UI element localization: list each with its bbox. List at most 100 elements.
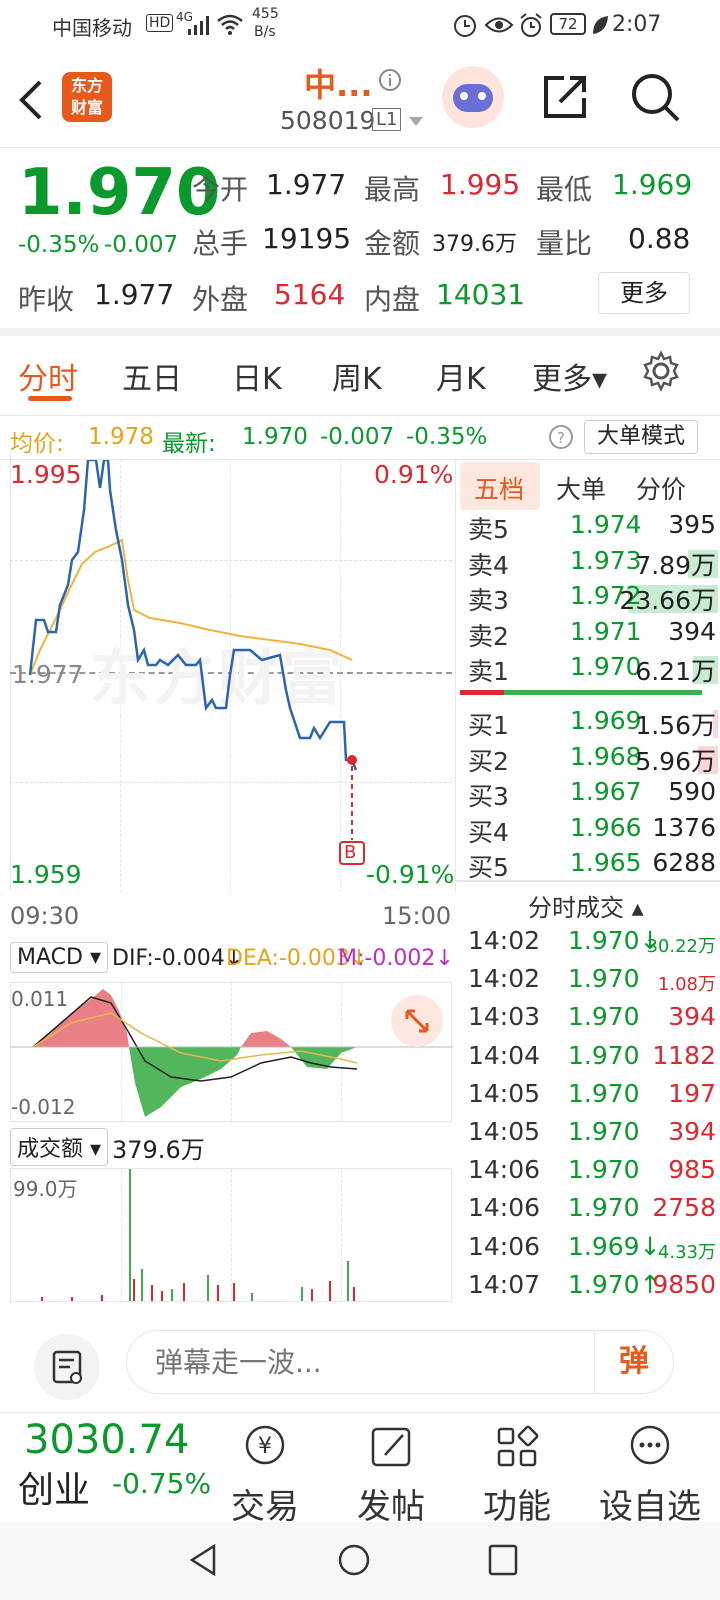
tab-indicator: [28, 396, 72, 401]
bid-row[interactable]: 买4 1.966 1376: [468, 813, 718, 849]
bid-row[interactable]: 买3 1.967 590: [468, 777, 718, 813]
trade-volume: 4.33万: [657, 1241, 716, 1263]
ask-row[interactable]: 卖4 1.973 7.89万: [468, 546, 718, 582]
bid-volume: 590: [668, 777, 716, 806]
trade-time: 14:02: [468, 926, 541, 955]
speed-unit: B/s: [254, 24, 276, 40]
nav-trade-label: 交易: [231, 1487, 299, 1527]
tab-weekly-k[interactable]: 周K: [332, 354, 382, 398]
low-value: 1.969: [612, 168, 693, 201]
trade-price: 1.970: [568, 1040, 640, 1070]
info-icon[interactable]: [378, 68, 402, 92]
hd-badge: HD: [146, 14, 174, 32]
trade-time: 14:05: [468, 1078, 541, 1108]
system-recents-icon[interactable]: [486, 1542, 520, 1578]
tab-5day[interactable]: 五日: [122, 354, 182, 398]
avg-price-bar: 均价: 1.978 最新: 1.970 -0.007 -0.35% ? 大单模式: [0, 416, 720, 460]
trade-row: 14:06 1.969↓ 4.33万: [468, 1232, 718, 1270]
trade-volume: 197: [668, 1078, 716, 1108]
trade-volume: 9850: [652, 1269, 716, 1299]
bid-label: 买3: [468, 782, 509, 811]
tab-big-order[interactable]: 大单: [556, 470, 606, 506]
intraday-chart[interactable]: 东方财富 B 1.995 1.977 1.959 0.91% -0.91%: [0, 454, 456, 892]
macd-chart[interactable]: 0.011 -0.012: [10, 982, 453, 1122]
ask-volume: 395: [668, 510, 716, 539]
nav-watchlist[interactable]: 设自选: [588, 1421, 712, 1528]
svg-text:?: ?: [557, 429, 565, 447]
volume-selector[interactable]: 成交额 ▾: [10, 1128, 109, 1166]
macd-m: M:-0.002↓: [338, 946, 454, 971]
danmu-settings-icon[interactable]: [34, 1334, 100, 1400]
ask-label: 卖5: [468, 515, 509, 544]
trade-time: 14:06: [468, 1231, 541, 1261]
tab-monthly-k[interactable]: 月K: [436, 354, 486, 398]
big-order-mode-button[interactable]: 大单模式: [584, 420, 698, 454]
bid-row[interactable]: 买2 1.968 5.96万: [468, 742, 718, 778]
search-icon[interactable]: [628, 70, 682, 124]
bid-price: 1.966: [570, 812, 642, 842]
danmu-input[interactable]: [126, 1330, 598, 1394]
system-back-icon[interactable]: [186, 1542, 220, 1578]
x-start-label: 09:30: [10, 902, 80, 930]
dropdown-icon[interactable]: [408, 116, 424, 128]
battery-icon: 72: [550, 13, 586, 35]
bid-label: 买2: [468, 746, 509, 776]
tab-five-level[interactable]: 五档: [474, 470, 524, 506]
nav-trade[interactable]: ¥ 交易: [210, 1421, 320, 1528]
share-icon[interactable]: [540, 72, 590, 122]
tab-more[interactable]: 更多▾: [532, 354, 607, 398]
ask-row[interactable]: 卖1 1.970 6.21万: [468, 652, 718, 688]
x-end-label: 15:00: [382, 902, 452, 930]
bid-row[interactable]: 买1 1.969 1.56万: [468, 706, 718, 742]
system-nav-bar: [0, 1522, 720, 1600]
trade-row: 14:02 1.970↓ 30.22万: [468, 926, 718, 964]
trade-time: 14:03: [468, 1002, 541, 1032]
back-arrow-icon[interactable]: [16, 78, 46, 122]
bid-label: 买4: [468, 817, 509, 847]
ask-row[interactable]: 卖3 1.972 23.66万: [468, 581, 718, 617]
macd-selector[interactable]: MACD ▾: [10, 942, 108, 973]
trade-time: 14:07: [468, 1269, 541, 1299]
trade-marker[interactable]: B: [344, 842, 356, 863]
trade-price: 1.970: [568, 1155, 640, 1185]
trades-title[interactable]: 分时成交 ▴: [528, 888, 644, 923]
bid-price: 1.968: [570, 741, 642, 771]
help-icon[interactable]: ?: [548, 424, 574, 450]
stock-name[interactable]: 中...: [304, 60, 372, 106]
leaf-icon: [593, 16, 608, 34]
trade-row: 14:07 1.970↑ 9850: [468, 1270, 718, 1308]
ask-row[interactable]: 卖5 1.974 395: [468, 510, 718, 546]
trade-row: 14:03 1.970 394: [468, 1002, 718, 1040]
expand-icon[interactable]: [391, 995, 443, 1047]
more-button[interactable]: 更多: [598, 272, 690, 314]
level-badge[interactable]: L1: [372, 108, 402, 131]
ask-row[interactable]: 卖2 1.971 394: [468, 617, 718, 653]
y-bottom-label: 1.959: [10, 860, 82, 889]
danmu-send-button[interactable]: 弹: [594, 1330, 674, 1394]
stock-code: 508019: [280, 106, 376, 135]
trade-volume: 394: [668, 1002, 716, 1032]
prev-close-label: 昨收: [18, 283, 75, 316]
system-home-icon[interactable]: [336, 1542, 372, 1578]
y-top-label: 1.995: [10, 460, 82, 489]
amount-label: 金额: [364, 227, 421, 260]
volume-chart[interactable]: 99.0万: [10, 1168, 452, 1302]
ask-volume: 394: [668, 616, 716, 646]
bid-row[interactable]: 买5 1.965 6288: [468, 848, 718, 884]
trade-volume: 985: [668, 1155, 716, 1185]
trade-row: 14:04 1.970 1182: [468, 1041, 718, 1079]
nav-post[interactable]: 发帖: [336, 1421, 446, 1528]
nav-functions-label: 功能: [483, 1487, 551, 1527]
trade-price: 1.970: [568, 1002, 640, 1032]
settings-gear-icon[interactable]: [640, 350, 682, 392]
tab-price-dist[interactable]: 分价: [636, 470, 686, 506]
tab-daily-k[interactable]: 日K: [232, 354, 282, 398]
index-widget[interactable]: 3030.74 创业 -0.75%: [0, 1413, 211, 1523]
ratio-value: 0.88: [628, 222, 691, 255]
tab-intraday[interactable]: 分时: [18, 354, 78, 398]
trade-row: 14:02 1.970 1.08万: [468, 964, 718, 1002]
robot-avatar[interactable]: [442, 66, 504, 128]
macd-histogram: [11, 989, 453, 1117]
nav-functions[interactable]: 功能: [462, 1421, 572, 1528]
eye-icon: [484, 17, 514, 33]
